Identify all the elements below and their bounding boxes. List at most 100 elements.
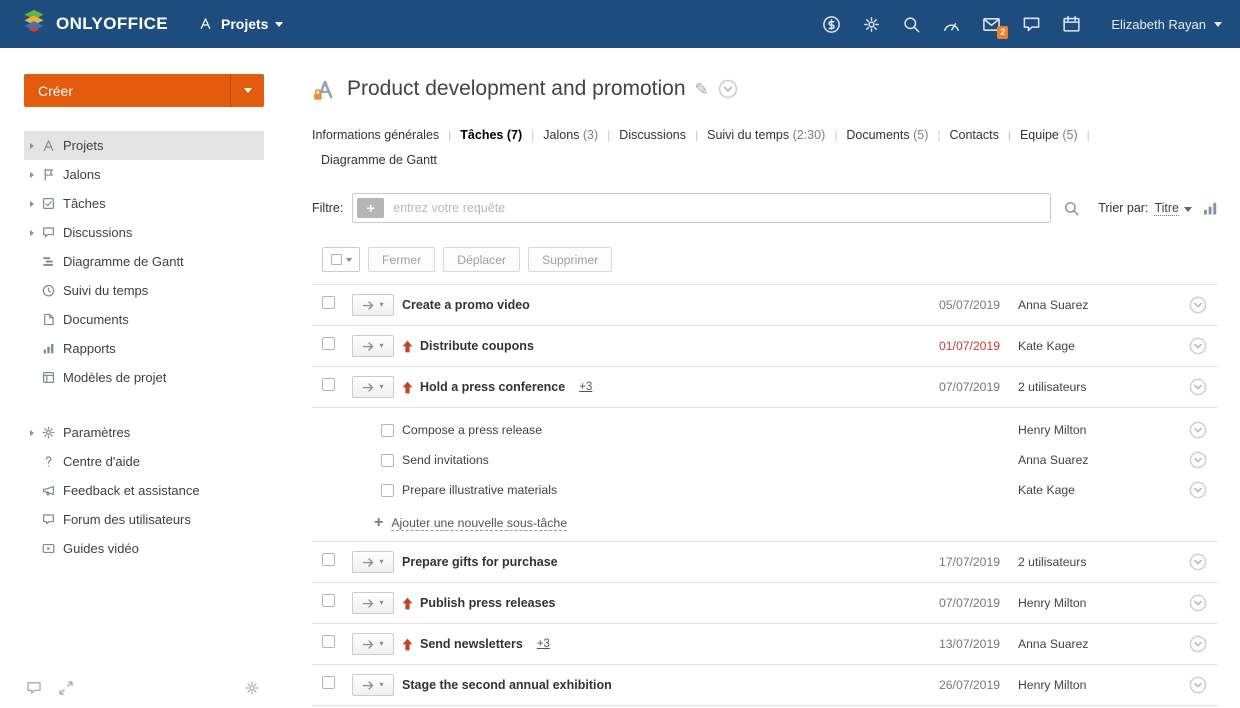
task-actions-menu-button[interactable] — [1189, 337, 1207, 355]
subtask-checkbox[interactable] — [381, 484, 394, 497]
sidebar-item-feedback-et-assistance[interactable]: Feedback et assistance — [24, 476, 264, 505]
sidebar-item-diagramme-de-gantt[interactable]: Diagramme de Gantt — [24, 247, 264, 276]
task-title-link[interactable]: Send newsletters — [420, 637, 523, 651]
select-all-dropdown[interactable] — [322, 247, 360, 272]
tab-informations-generales[interactable]: Informations générales — [312, 128, 439, 142]
tab-taches[interactable]: Tâches (7) — [460, 128, 522, 142]
feed-icon[interactable] — [942, 15, 961, 34]
tab-discussions[interactable]: Discussions — [619, 128, 686, 142]
task-checkbox[interactable] — [322, 635, 335, 648]
task-status-button[interactable]: ▾ — [352, 551, 394, 573]
sidebar-settings-icon[interactable] — [244, 680, 260, 696]
more-subtasks-link[interactable]: +3 — [579, 381, 592, 393]
subtask-assignee-link[interactable]: Kate Kage — [1018, 483, 1178, 497]
task-actions-menu-button[interactable] — [1189, 296, 1207, 314]
supprimer-button[interactable]: Supprimer — [528, 247, 612, 272]
user-menu[interactable]: Elizabeth Rayan — [1111, 17, 1222, 32]
sidebar-item-projets[interactable]: Projets — [24, 131, 264, 160]
mail-icon[interactable]: 2 — [982, 15, 1001, 34]
add-filter-button[interactable]: + — [357, 198, 384, 218]
talk-icon[interactable] — [1022, 15, 1041, 34]
task-checkbox[interactable] — [322, 296, 335, 309]
tab-diagramme-de-gantt[interactable]: Diagramme de Gantt — [321, 153, 437, 167]
sidebar-item-discussions[interactable]: Discussions — [24, 218, 264, 247]
subtask-title-link[interactable]: Send invitations — [402, 453, 489, 467]
subtask-assignee-link[interactable]: Anna Suarez — [1018, 453, 1178, 467]
task-assignee-link[interactable]: Anna Suarez — [1018, 298, 1178, 312]
sidebar-item-centre-d-aide[interactable]: Centre d'aide — [24, 447, 264, 476]
edit-project-icon[interactable]: ✎ — [695, 81, 709, 98]
tab-documents[interactable]: Documents (5) — [846, 128, 928, 142]
sidebar-item-jalons[interactable]: Jalons — [24, 160, 264, 189]
tab-jalons[interactable]: Jalons (3) — [543, 128, 598, 142]
sidebar-item-suivi-du-temps[interactable]: Suivi du temps — [24, 276, 264, 305]
subtask-checkbox[interactable] — [381, 454, 394, 467]
subtask-title-link[interactable]: Prepare illustrative materials — [402, 483, 557, 497]
task-actions-menu-button[interactable] — [1189, 594, 1207, 612]
add-subtask-link[interactable]: Ajouter une nouvelle sous-tâche — [391, 516, 567, 531]
task-status-button[interactable]: ▾ — [352, 674, 394, 696]
task-assignee-link[interactable]: 2 utilisateurs — [1018, 380, 1178, 394]
deplacer-button[interactable]: Déplacer — [443, 247, 520, 272]
task-status-button[interactable]: ▾ — [352, 335, 394, 357]
filter-search-input[interactable] — [391, 200, 1050, 216]
tab-suivi-du-temps[interactable]: Suivi du temps (2:30) — [707, 128, 825, 142]
task-assignee-link[interactable]: Kate Kage — [1018, 339, 1178, 353]
support-chat-icon[interactable] — [26, 680, 42, 696]
task-assignee-link[interactable]: Henry Milton — [1018, 678, 1178, 692]
task-checkbox[interactable] — [322, 676, 335, 689]
task-checkbox[interactable] — [322, 594, 335, 607]
sidebar-item-guides-video[interactable]: Guides vidéo — [24, 534, 264, 563]
tab-equipe[interactable]: Equipe (5) — [1020, 128, 1078, 142]
subtask-actions-menu-button[interactable] — [1189, 421, 1207, 439]
sidebar-item-taches[interactable]: Tâches — [24, 189, 264, 218]
subtask-actions-menu-button[interactable] — [1189, 481, 1207, 499]
task-title-link[interactable]: Hold a press conference — [420, 380, 565, 394]
task-assignee-link[interactable]: 2 utilisateurs — [1018, 555, 1178, 569]
sidebar-item-rapports[interactable]: Rapports — [24, 334, 264, 363]
task-actions-menu-button[interactable] — [1189, 378, 1207, 396]
subtask-assignee-link[interactable]: Henry Milton — [1018, 423, 1178, 437]
task-action-cell: ▾ — [346, 294, 402, 316]
subtask-title-link[interactable]: Compose a press release — [402, 423, 542, 437]
task-actions-menu-button[interactable] — [1189, 553, 1207, 571]
search-icon[interactable] — [1063, 200, 1080, 217]
task-title-link[interactable]: Stage the second annual exhibition — [402, 678, 612, 692]
settings-icon[interactable] — [862, 15, 881, 34]
task-assignee-link[interactable]: Henry Milton — [1018, 596, 1178, 610]
subtask-checkbox[interactable] — [381, 424, 394, 437]
sidebar-item-forum-des-utilisateurs[interactable]: Forum des utilisateurs — [24, 505, 264, 534]
calendar-icon[interactable] — [1062, 15, 1081, 34]
sort-value-link[interactable]: Titre — [1154, 201, 1179, 216]
project-actions-menu-button[interactable] — [718, 79, 738, 99]
sidebar-item-documents[interactable]: Documents — [24, 305, 264, 334]
create-dropdown-zone[interactable] — [230, 74, 264, 107]
task-status-button[interactable]: ▾ — [352, 592, 394, 614]
task-checkbox[interactable] — [322, 378, 335, 391]
fermer-button[interactable]: Fermer — [368, 247, 435, 272]
task-assignee-link[interactable]: Anna Suarez — [1018, 637, 1178, 651]
sidebar-item-parametres[interactable]: Paramètres — [24, 418, 264, 447]
task-title-link[interactable]: Create a promo video — [402, 298, 530, 312]
task-status-button[interactable]: ▾ — [352, 633, 394, 655]
more-subtasks-link[interactable]: +3 — [537, 638, 550, 650]
task-status-button[interactable]: ▾ — [352, 376, 394, 398]
payments-icon[interactable] — [822, 15, 841, 34]
collapse-sidebar-icon[interactable] — [58, 680, 74, 696]
task-title-link[interactable]: Distribute coupons — [420, 339, 534, 353]
sidebar-item-modeles-de-projet[interactable]: Modèles de projet — [24, 363, 264, 392]
sort-order-icon[interactable] — [1203, 202, 1218, 215]
task-checkbox[interactable] — [322, 337, 335, 350]
search-icon[interactable] — [902, 15, 921, 34]
tab-contacts[interactable]: Contacts — [949, 128, 998, 142]
module-switcher[interactable]: Projets — [198, 16, 283, 32]
task-actions-menu-button[interactable] — [1189, 676, 1207, 694]
task-actions-menu-button[interactable] — [1189, 635, 1207, 653]
task-checkbox[interactable] — [322, 553, 335, 566]
create-button[interactable]: Créer — [24, 74, 264, 107]
onlyoffice-logo[interactable]: ONLYOFFICE — [20, 8, 168, 41]
task-title-link[interactable]: Prepare gifts for purchase — [402, 555, 558, 569]
task-status-button[interactable]: ▾ — [352, 294, 394, 316]
subtask-actions-menu-button[interactable] — [1189, 451, 1207, 469]
task-title-link[interactable]: Publish press releases — [420, 596, 556, 610]
